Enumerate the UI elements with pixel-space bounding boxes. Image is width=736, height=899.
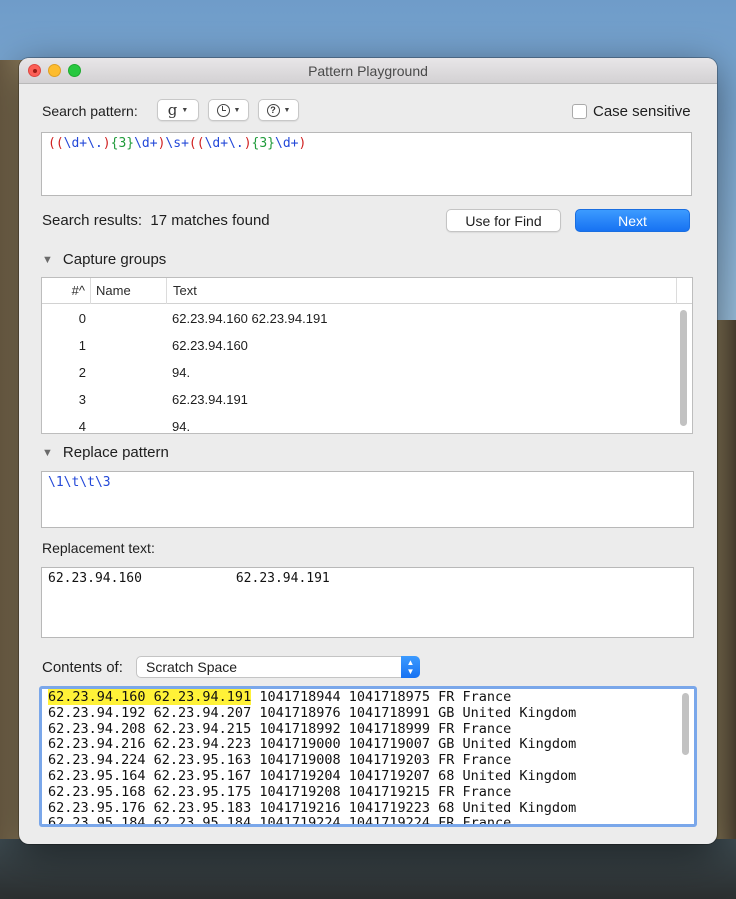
table-row[interactable]: 4 94. <box>42 413 682 434</box>
scratch-space-lines: 62.23.94.160 62.23.94.191 1041718944 104… <box>42 689 694 827</box>
clock-icon <box>216 103 230 117</box>
list-item: 62.23.94.160 62.23.94.191 1041718944 104… <box>48 689 688 706</box>
line-text: 1041718944 1041718975 FR France <box>251 689 512 705</box>
search-results-label: Search results: 17 matches found <box>42 212 270 229</box>
recent-patterns-popup[interactable]: ▼ <box>208 99 249 121</box>
chevron-down-icon: ▼ <box>283 106 291 114</box>
group-text: 94. <box>172 365 191 380</box>
contents-source-select[interactable]: Scratch Space ▲ ▼ <box>136 656 420 678</box>
group-text: 62.23.94.160 62.23.94.191 <box>172 311 328 326</box>
close-window-button[interactable] <box>28 64 41 77</box>
search-results-caption: Search results: <box>42 212 143 229</box>
pattern-playground-window: Pattern Playground Search pattern: g ▼ ▼… <box>19 58 717 844</box>
chevron-down-icon: ▼ <box>233 106 241 114</box>
group-number: 0 <box>78 311 86 326</box>
pattern-token: ) <box>243 136 252 151</box>
case-sensitive-checkbox[interactable] <box>572 104 587 119</box>
group-number: 2 <box>78 365 86 380</box>
list-item: 62.23.95.164 62.23.95.167 1041719204 104… <box>48 767 577 784</box>
help-icon: ? <box>266 103 280 117</box>
replace-pattern-input[interactable]: \1\t\t\3 <box>41 471 694 528</box>
help-popup[interactable]: ? ▼ <box>258 99 299 121</box>
list-item: 62.23.95.176 62.23.95.183 1041719216 104… <box>48 799 577 816</box>
disclosure-triangle-icon: ▼ <box>42 253 53 266</box>
scratch-space-text-area[interactable]: 62.23.94.160 62.23.94.191 1041718944 104… <box>39 686 697 827</box>
search-pattern-text: ((\d+\.){3}\d+)\s+((\d+\.){3}\d+) <box>48 136 306 151</box>
window-title: Pattern Playground <box>308 63 428 79</box>
column-header-number[interactable]: #^ <box>42 278 91 304</box>
pattern-token: \s+ <box>165 136 189 151</box>
list-item: 62.23.95.184 62.23.95.184 1041719224 104… <box>48 815 512 827</box>
table-row[interactable]: 3 62.23.94.191 <box>42 386 682 413</box>
group-number: 4 <box>78 419 86 434</box>
replacement-text-label: Replacement text: <box>42 540 155 556</box>
next-button[interactable]: Next <box>575 209 690 232</box>
pattern-token: {3} <box>251 136 276 151</box>
group-number: 1 <box>78 338 86 353</box>
group-text: 94. <box>172 419 191 434</box>
zoom-window-button[interactable] <box>68 64 81 77</box>
match-count: 17 matches found <box>150 212 270 229</box>
pattern-token: (( <box>48 136 64 151</box>
pattern-token: \d+ <box>275 136 299 151</box>
list-item: 62.23.94.224 62.23.95.163 1041719008 104… <box>48 752 512 769</box>
replace-pattern-disclosure[interactable]: ▼ Replace pattern <box>42 444 169 461</box>
table-row[interactable]: 0 62.23.94.160 62.23.94.191 <box>42 305 682 332</box>
group-text: 62.23.94.160 <box>172 338 248 353</box>
search-pattern-input[interactable]: ((\d+\.){3}\d+)\s+((\d+\.){3}\d+) <box>41 132 692 196</box>
table-header: #^ Name Text <box>42 278 692 304</box>
match-highlight: 62.23.94.160 62.23.94.191 <box>48 689 252 705</box>
list-item: 62.23.95.168 62.23.95.175 1041719208 104… <box>48 783 512 800</box>
list-item: 62.23.94.192 62.23.94.207 1041718976 104… <box>48 704 577 721</box>
list-item: 62.23.94.208 62.23.94.215 1041718992 104… <box>48 720 512 737</box>
group-number: 3 <box>78 392 86 407</box>
capture-groups-disclosure[interactable]: ▼ Capture groups <box>42 251 166 268</box>
pattern-options-popup[interactable]: g ▼ <box>157 99 199 121</box>
contents-source-value: Scratch Space <box>146 659 238 675</box>
chevron-down-icon: ▼ <box>181 106 189 114</box>
title-bar[interactable]: Pattern Playground <box>19 58 717 84</box>
minimize-window-button[interactable] <box>48 64 61 77</box>
column-header-name[interactable]: Name <box>91 278 167 304</box>
capture-groups-title: Capture groups <box>62 251 167 268</box>
pattern-token: \d+\. <box>204 136 244 151</box>
g-icon: g <box>167 101 178 119</box>
replace-pattern-title: Replace pattern <box>62 444 169 461</box>
table-row[interactable]: 1 62.23.94.160 <box>42 332 682 359</box>
table-row[interactable]: 2 94. <box>42 359 682 386</box>
replacement-text-output[interactable]: 62.23.94.160 62.23.94.191 <box>41 567 694 638</box>
pattern-token: {3} <box>110 136 135 151</box>
search-pattern-label: Search pattern: <box>42 103 138 119</box>
pattern-token: \d+\. <box>63 136 103 151</box>
desktop-background-shore <box>0 839 736 899</box>
pattern-token: ) <box>298 136 307 151</box>
disclosure-triangle-icon: ▼ <box>42 446 53 459</box>
contents-of-label: Contents of: <box>42 659 123 676</box>
list-item: 62.23.94.216 62.23.94.223 1041719000 104… <box>48 736 577 753</box>
scratch-space-scrollbar[interactable] <box>682 693 689 755</box>
pattern-token: ) <box>102 136 111 151</box>
group-text: 62.23.94.191 <box>172 392 248 407</box>
pattern-token: (( <box>188 136 205 151</box>
table-scrollbar[interactable] <box>680 310 687 426</box>
use-for-find-button[interactable]: Use for Find <box>446 209 561 232</box>
column-header-text[interactable]: Text <box>167 278 677 304</box>
pattern-token: \d+ <box>134 136 158 151</box>
up-down-stepper-icon: ▲ ▼ <box>401 656 420 678</box>
case-sensitive-label[interactable]: Case sensitive <box>593 103 691 120</box>
capture-groups-table[interactable]: #^ Name Text 0 62.23.94.160 62.23.94.191 1… <box>41 277 693 434</box>
